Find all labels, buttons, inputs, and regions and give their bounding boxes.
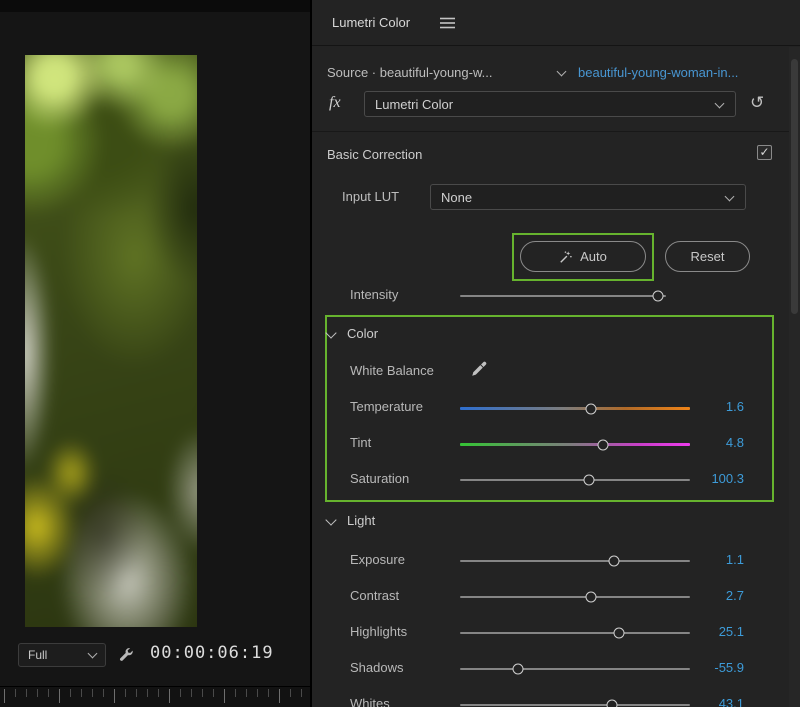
chevron-down-icon[interactable] [557, 67, 567, 77]
whites-slider[interactable] [460, 704, 690, 706]
panel-scrollbar[interactable] [789, 47, 800, 707]
panel-menu-icon[interactable] [440, 17, 455, 29]
contrast-label: Contrast [350, 588, 399, 603]
whites-slider-thumb[interactable] [606, 700, 617, 707]
temperature-label: Temperature [350, 399, 423, 414]
highlights-slider-thumb[interactable] [613, 628, 624, 639]
shadows-slider[interactable] [460, 668, 690, 670]
whites-value[interactable]: 43.1 [684, 696, 744, 707]
tint-slider-thumb[interactable] [597, 439, 608, 450]
video-preview [25, 55, 197, 627]
intensity-slider[interactable] [460, 295, 666, 297]
exposure-row: Exposure 1.1 [312, 551, 800, 571]
saturation-slider[interactable] [460, 479, 690, 481]
reset-button-label: Reset [691, 249, 725, 264]
shadows-slider-thumb[interactable] [512, 664, 523, 675]
eyedropper-icon[interactable] [470, 360, 488, 378]
highlights-value[interactable]: 25.1 [684, 624, 744, 639]
saturation-row: Saturation 100.3 [312, 470, 800, 490]
settings-wrench-icon[interactable] [118, 646, 136, 664]
intensity-slider-thumb[interactable] [652, 291, 663, 302]
exposure-label: Exposure [350, 552, 405, 567]
ruler-major-ticks [4, 689, 310, 703]
highlights-slider[interactable] [460, 632, 690, 634]
whites-label: Whites [350, 696, 390, 707]
tint-value[interactable]: 4.8 [684, 435, 744, 450]
video-frame-image [25, 55, 197, 627]
chevron-down-icon [325, 327, 336, 338]
temperature-slider-thumb[interactable] [586, 403, 597, 414]
panel-title: Lumetri Color [332, 15, 410, 30]
divider [312, 131, 800, 132]
basic-correction-title: Basic Correction [327, 147, 422, 162]
lumetri-color-panel: Lumetri Color Source · beautiful-young-w… [310, 0, 800, 707]
reset-effect-icon[interactable]: ↺ [750, 93, 764, 113]
tint-slider[interactable] [460, 443, 690, 446]
chevron-down-icon [715, 99, 725, 109]
shadows-row: Shadows -55.9 [312, 659, 800, 679]
tint-row: Tint 4.8 [312, 434, 800, 454]
source-clip-link[interactable]: beautiful-young-woman-in... [578, 65, 776, 80]
saturation-slider-thumb[interactable] [583, 475, 594, 486]
temperature-slider[interactable] [460, 407, 690, 410]
source-label: Source · beautiful-young-w... [327, 65, 492, 80]
light-section-header[interactable]: Light [312, 513, 800, 533]
input-lut-row: Input LUT None [312, 184, 800, 210]
shadows-value[interactable]: -55.9 [684, 660, 744, 675]
source-clip-row: Source · beautiful-young-w... beautiful-… [312, 63, 800, 83]
current-timecode[interactable]: 00:00:06:19 [150, 643, 274, 663]
tint-label: Tint [350, 435, 371, 450]
panel-header: Lumetri Color [312, 0, 800, 46]
input-lut-value: None [441, 190, 472, 205]
white-balance-label: White Balance [350, 363, 434, 378]
contrast-value[interactable]: 2.7 [684, 588, 744, 603]
light-section-title: Light [347, 513, 375, 528]
effect-selector-row: fx Lumetri Color ↺ [312, 91, 800, 117]
timeline-ruler[interactable] [0, 686, 310, 707]
reset-button[interactable]: Reset [665, 241, 750, 272]
effect-dropdown[interactable]: Lumetri Color [364, 91, 736, 117]
color-section-header[interactable]: Color [312, 326, 800, 346]
intensity-row: Intensity [312, 286, 800, 306]
exposure-slider-thumb[interactable] [609, 556, 620, 567]
monitor-controls-bar: Full 00:00:06:19 [0, 638, 310, 686]
check-icon: ✓ [759, 145, 769, 159]
input-lut-label: Input LUT [342, 189, 399, 204]
monitor-top-bar [0, 0, 310, 12]
zoom-level-value: Full [28, 648, 47, 662]
chevron-down-icon [725, 192, 735, 202]
zoom-level-select[interactable]: Full [18, 643, 106, 667]
temperature-row: Temperature 1.6 [312, 398, 800, 418]
white-balance-row: White Balance [312, 362, 800, 382]
effect-dropdown-value: Lumetri Color [375, 97, 453, 112]
highlights-label: Highlights [350, 624, 407, 639]
program-monitor-panel: Full 00:00:06:19 [0, 0, 310, 707]
contrast-slider[interactable] [460, 596, 690, 598]
fx-icon: fx [329, 94, 341, 112]
magic-wand-icon [559, 250, 573, 264]
saturation-label: Saturation [350, 471, 409, 486]
saturation-value[interactable]: 100.3 [684, 471, 744, 486]
whites-row: Whites 43.1 [312, 695, 800, 707]
highlights-row: Highlights 25.1 [312, 623, 800, 643]
intensity-label: Intensity [350, 287, 398, 302]
auto-button[interactable]: Auto [520, 241, 646, 272]
premiere-pro-window: Full 00:00:06:19 Lumetri Color Source · … [0, 0, 800, 707]
color-section-title: Color [347, 326, 378, 341]
exposure-value[interactable]: 1.1 [684, 552, 744, 567]
chevron-down-icon [325, 514, 336, 525]
shadows-label: Shadows [350, 660, 403, 675]
basic-correction-checkbox[interactable]: ✓ [757, 145, 772, 160]
scrollbar-thumb[interactable] [791, 59, 798, 314]
auto-button-label: Auto [580, 249, 607, 264]
temperature-value[interactable]: 1.6 [684, 399, 744, 414]
contrast-slider-thumb[interactable] [586, 592, 597, 603]
exposure-slider[interactable] [460, 560, 690, 562]
contrast-row: Contrast 2.7 [312, 587, 800, 607]
chevron-down-icon [88, 649, 98, 659]
input-lut-dropdown[interactable]: None [430, 184, 746, 210]
